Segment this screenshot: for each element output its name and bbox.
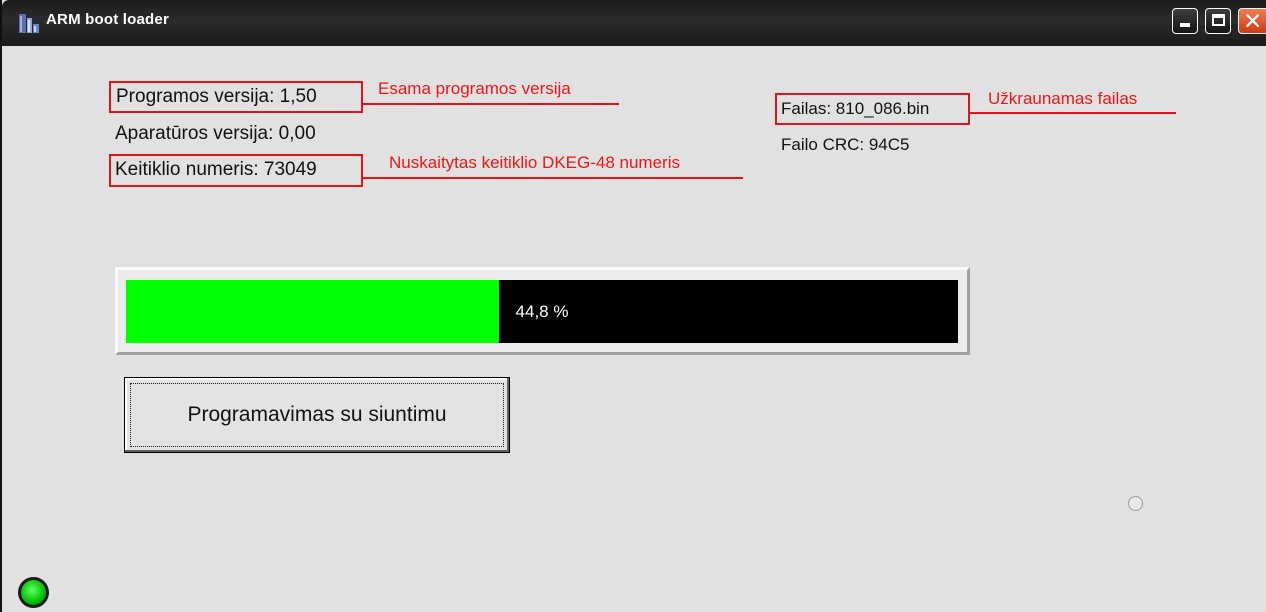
program-send-button[interactable]: Programavimas su siuntimu bbox=[124, 377, 510, 453]
title-bar[interactable]: ARM boot loader ✕ bbox=[2, 0, 1266, 46]
progress-track: 44,8 % bbox=[126, 280, 958, 343]
file-crc: Failo CRC: 94C5 bbox=[781, 135, 910, 154]
program-version: Programos versija: 1,50 bbox=[116, 86, 317, 107]
progress-label: 44,8 % bbox=[515, 302, 569, 321]
minimize-button[interactable] bbox=[1172, 8, 1198, 34]
hardware-version: Aparatūros versija: 0,00 bbox=[115, 123, 316, 144]
converter-number-annotation: Nuskaitytas keitiklio DKEG-48 numeris bbox=[389, 153, 680, 172]
converter-number-annotation-line bbox=[363, 177, 743, 179]
maximize-button[interactable] bbox=[1205, 8, 1231, 34]
radio-indicator[interactable] bbox=[1128, 496, 1143, 511]
program-version-annotation-line bbox=[363, 103, 619, 105]
progress-bar: 44,8 % bbox=[115, 267, 970, 355]
file-annotation: Užkraunamas failas bbox=[988, 89, 1138, 108]
minimize-icon bbox=[1180, 23, 1190, 27]
program-version-annotation: Esama programos versija bbox=[378, 79, 571, 98]
window-title: ARM boot loader bbox=[46, 11, 169, 28]
converter-number: Keitiklio numeris: 73049 bbox=[115, 159, 317, 180]
program-send-label: Programavimas su siuntimu bbox=[187, 403, 447, 426]
close-button[interactable]: ✕ bbox=[1238, 8, 1266, 35]
status-led-icon bbox=[18, 577, 49, 608]
file-annotation-line bbox=[970, 112, 1176, 114]
close-icon: ✕ bbox=[1243, 9, 1263, 35]
maximize-icon bbox=[1212, 14, 1225, 26]
status-led-light bbox=[21, 580, 46, 605]
app-building-icon bbox=[19, 14, 39, 33]
app-window: ARM boot loader ✕ Programos versija: 1,5… bbox=[0, 0, 1266, 612]
file-name: Failas: 810_086.bin bbox=[781, 99, 930, 118]
